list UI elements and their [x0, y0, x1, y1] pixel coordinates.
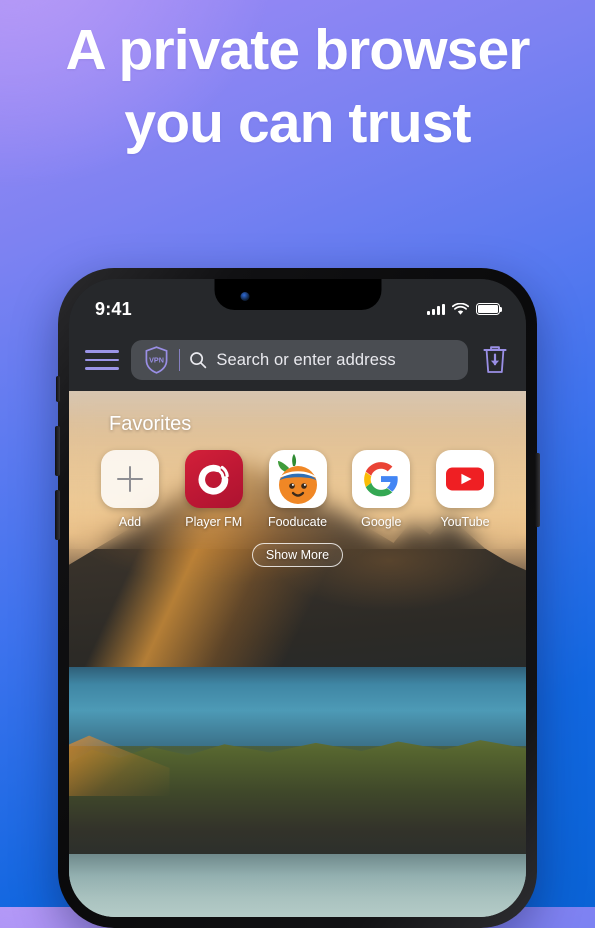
add-tile-thumbnail[interactable]: [101, 450, 159, 508]
favorite-label: Player FM: [185, 515, 243, 529]
front-camera-icon: [240, 292, 249, 301]
phone-screen: 9:41 VPN Search or enter address Favorit…: [69, 279, 526, 917]
favorite-tile-add[interactable]: Add: [99, 450, 161, 529]
favorites-title: Favorites: [109, 413, 192, 435]
hamburger-menu-icon[interactable]: [85, 348, 119, 372]
favorite-label: Add: [118, 515, 142, 529]
browser-toolbar: VPN Search or enter address: [69, 329, 526, 391]
signal-bars-icon: [427, 303, 445, 315]
youtube-icon[interactable]: [436, 450, 494, 508]
google-g-icon[interactable]: [352, 450, 411, 508]
favorite-label: YouTube: [440, 515, 490, 529]
favorite-label: Google: [361, 515, 402, 529]
svg-text:VPN: VPN: [149, 355, 164, 364]
favorites-grid: Add Player FM Fooducate Google YouTube: [99, 450, 496, 529]
favorite-label: Fooducate: [267, 515, 328, 529]
mute-switch[interactable]: [56, 376, 60, 402]
favorite-tile-player-fm[interactable]: Player FM: [183, 450, 245, 529]
player-fm-icon[interactable]: [184, 450, 243, 508]
search-icon: [190, 352, 207, 369]
volume-down-button[interactable]: [55, 490, 60, 540]
favorite-tile-fooducate[interactable]: Fooducate: [267, 450, 329, 529]
favorite-tile-youtube[interactable]: YouTube: [434, 450, 496, 529]
trash-download-icon[interactable]: [480, 343, 510, 377]
address-bar-divider: [179, 349, 181, 371]
battery-full-icon: [476, 303, 503, 315]
headline-line-1: A private browser: [65, 18, 530, 82]
show-more-container: Show More: [99, 543, 496, 567]
show-more-button[interactable]: Show More: [251, 543, 344, 567]
plus-icon: [117, 466, 143, 492]
status-indicators: [427, 302, 503, 316]
wifi-icon: [452, 302, 469, 315]
phone-mockup: 9:41 VPN Search or enter address Favorit…: [55, 268, 540, 928]
promo-headline: A private browser you can trust: [0, 14, 595, 160]
fooducate-icon[interactable]: [268, 450, 327, 508]
power-button[interactable]: [535, 453, 540, 527]
browser-page-wallpaper: Favorites Add Player FM Fooducate Google…: [69, 391, 526, 917]
favorites-section: Favorites Add Player FM Fooducate Google…: [69, 413, 526, 567]
beach-shore: [69, 853, 526, 917]
volume-up-button[interactable]: [55, 426, 60, 476]
shield-icon[interactable]: VPN: [143, 345, 170, 375]
display-notch: [214, 279, 381, 310]
sea-water: [69, 667, 526, 747]
favorite-tile-google[interactable]: Google: [350, 450, 412, 529]
headline-line-2: you can trust: [124, 90, 471, 155]
address-bar[interactable]: VPN Search or enter address: [131, 340, 468, 380]
status-time: 9:41: [95, 298, 132, 319]
address-bar-placeholder: Search or enter address: [216, 350, 396, 369]
